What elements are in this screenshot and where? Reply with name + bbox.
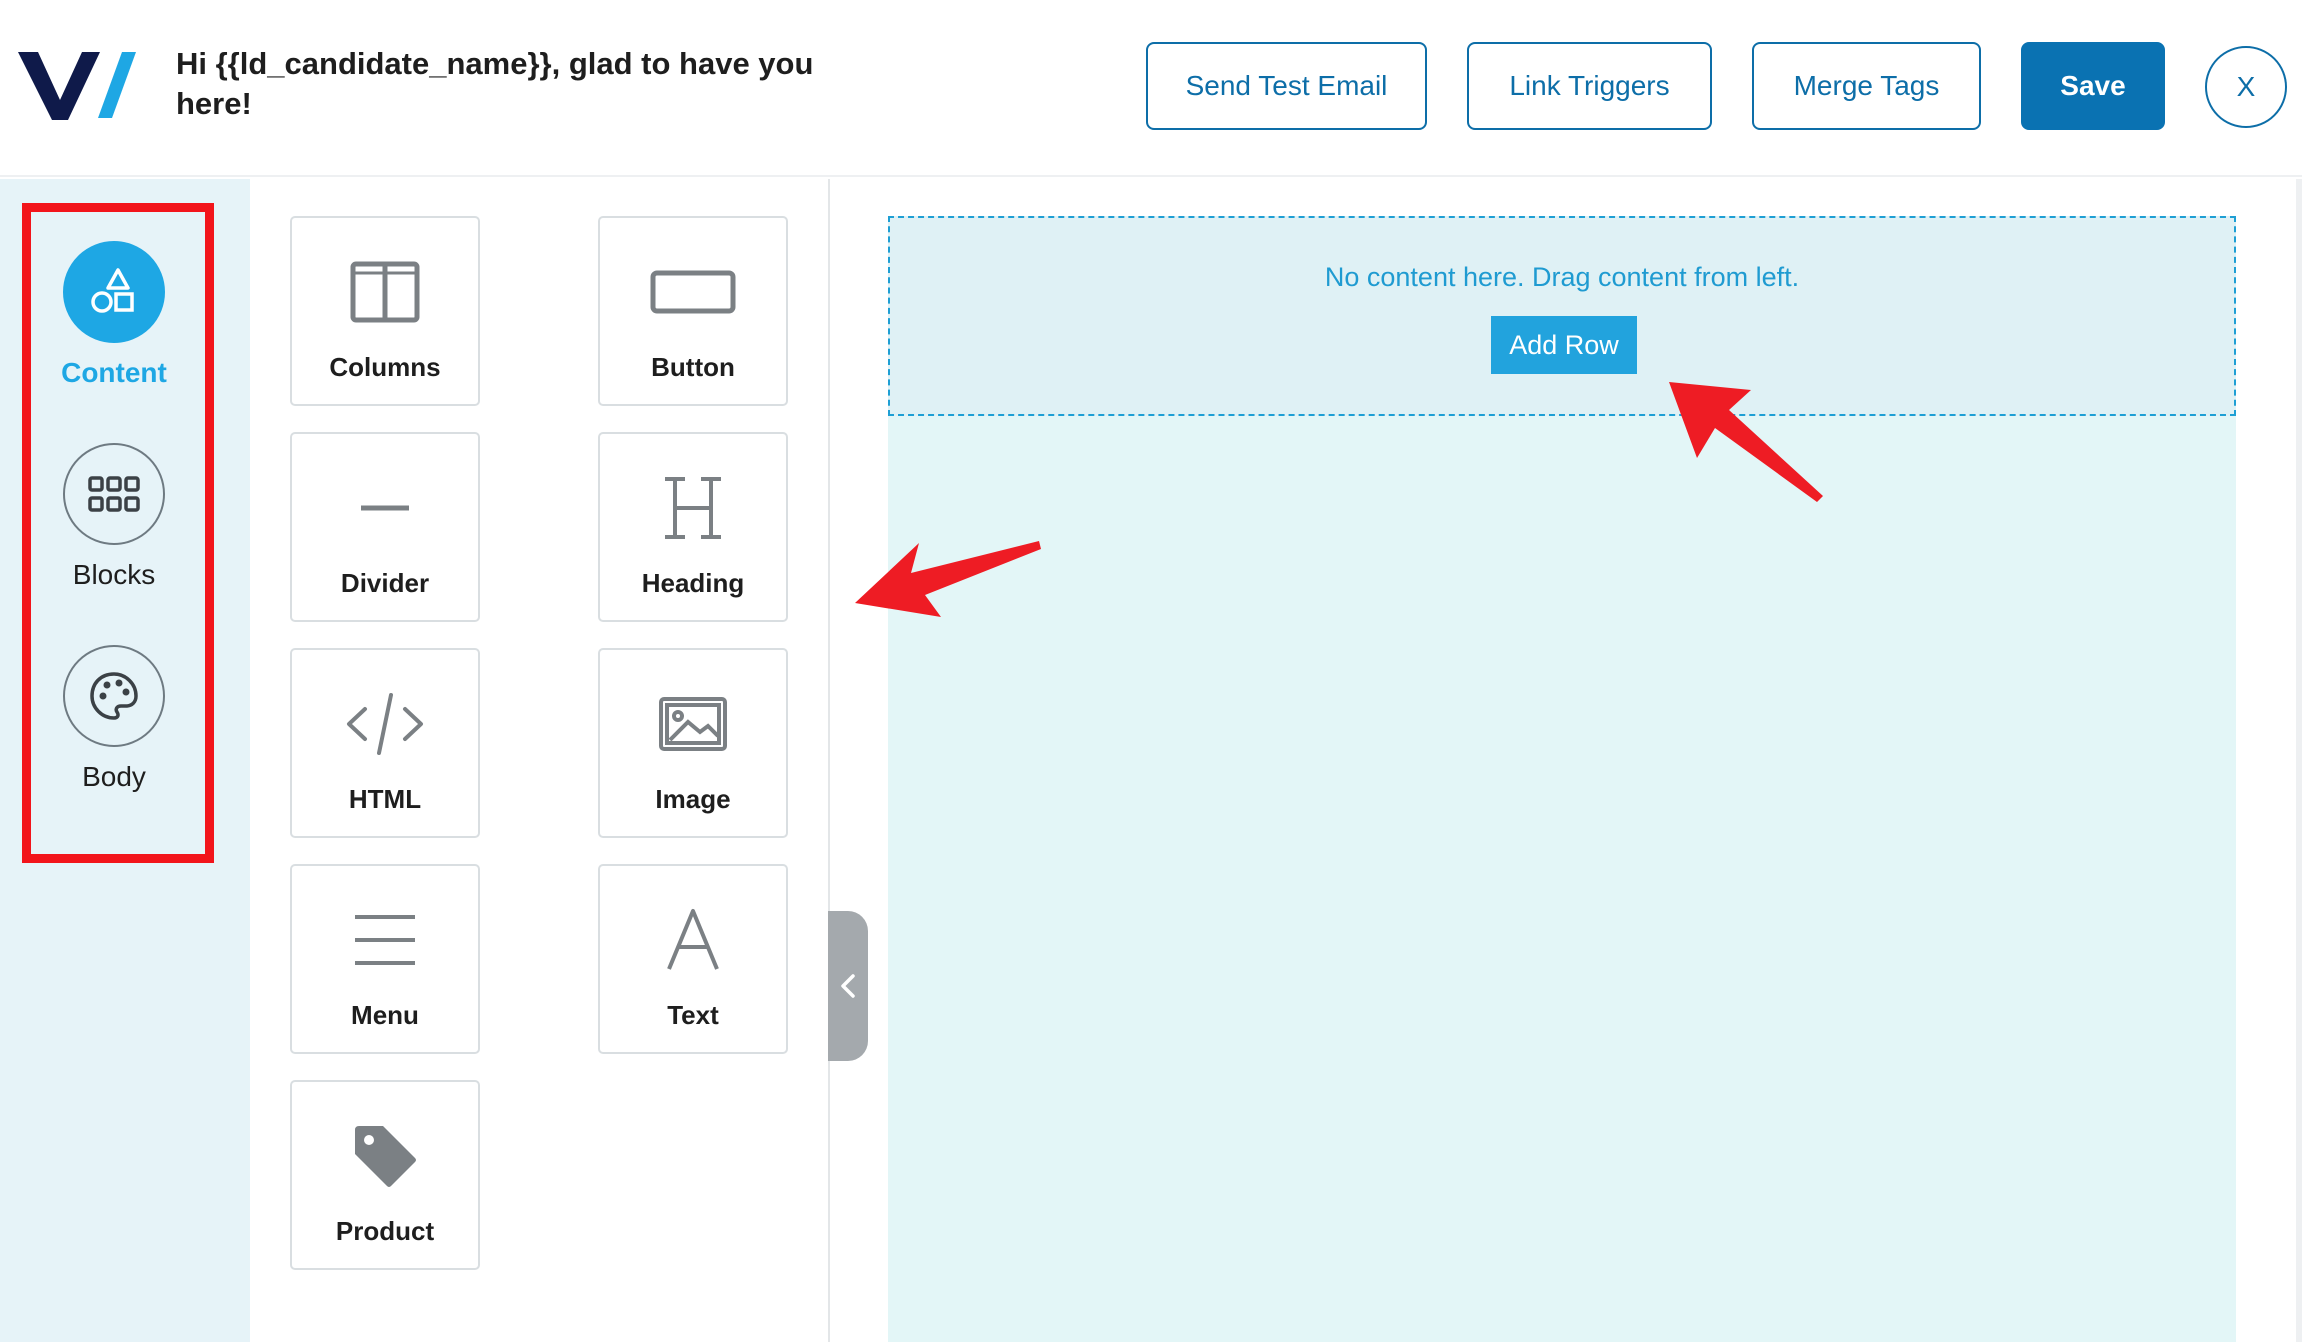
tool-button[interactable]: Button	[598, 216, 788, 406]
empty-drop-zone[interactable]: No content here. Drag content from left.…	[888, 216, 2236, 416]
columns-icon	[330, 256, 440, 328]
annotation-arrow-up-icon	[1669, 382, 1823, 502]
tool-product[interactable]: Product	[290, 1080, 480, 1270]
tool-text[interactable]: Text	[598, 864, 788, 1054]
highlight-annotation-box	[22, 203, 214, 863]
menu-icon	[330, 904, 440, 976]
tool-label: Image	[655, 784, 731, 814]
email-subject-title: Hi {{ld_candidate_name}}, glad to have y…	[176, 46, 814, 121]
tool-label: Product	[335, 1216, 435, 1246]
tool-label: Button	[651, 352, 735, 382]
email-builder: Hi {{ld_candidate_name}}, glad to have y…	[0, 0, 2302, 1342]
save-button[interactable]: Save	[2021, 42, 2165, 130]
tool-columns[interactable]: Columns	[290, 216, 480, 406]
chevron-left-icon	[841, 974, 855, 998]
add-row-button[interactable]: Add Row	[1491, 316, 1637, 374]
tool-label: Columns	[329, 352, 441, 382]
tool-label: HTML	[348, 784, 422, 814]
empty-message: No content here. Drag content from left.	[1324, 262, 1800, 292]
close-button[interactable]: X	[2205, 46, 2287, 128]
collapse-panel-handle[interactable]	[828, 911, 868, 1061]
tool-image[interactable]: Image	[598, 648, 788, 838]
tool-label: Text	[667, 1000, 719, 1030]
scrollbar-track[interactable]	[2296, 179, 2302, 1342]
image-icon	[638, 688, 748, 760]
button-icon	[638, 256, 748, 328]
heading-icon	[638, 472, 748, 544]
top-bar: Hi {{ld_candidate_name}}, glad to have y…	[0, 0, 2302, 177]
tool-menu[interactable]: Menu	[290, 864, 480, 1054]
content-tools-panel: Columns Button Divider Heading HTML Imag…	[250, 179, 830, 1342]
tag-icon	[330, 1120, 440, 1192]
divider-icon	[330, 472, 440, 544]
link-triggers-button[interactable]: Link Triggers	[1467, 42, 1712, 130]
merge-tags-button[interactable]: Merge Tags	[1752, 42, 1981, 130]
code-icon	[330, 688, 440, 760]
tool-divider[interactable]: Divider	[290, 432, 480, 622]
brand-logo-icon	[18, 52, 136, 120]
tool-html[interactable]: HTML	[290, 648, 480, 838]
tool-heading[interactable]: Heading	[598, 432, 788, 622]
tool-label: Menu	[351, 1000, 419, 1030]
tool-label: Divider	[340, 568, 430, 598]
text-icon	[638, 904, 748, 976]
annotation-arrow-left-icon	[855, 541, 1041, 617]
tool-label: Heading	[641, 568, 745, 598]
send-test-email-button[interactable]: Send Test Email	[1146, 42, 1427, 130]
